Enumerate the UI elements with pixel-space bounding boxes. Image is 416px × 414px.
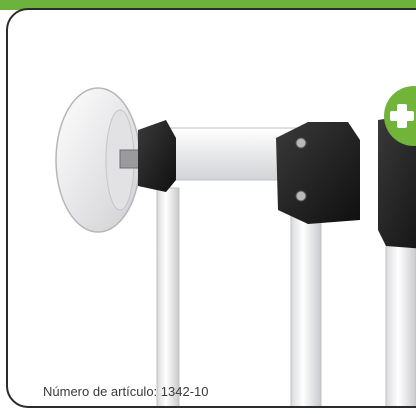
gate-tube-middle <box>290 199 322 406</box>
gate-tube-left <box>156 187 180 406</box>
product-image-page: Número de artículo: 1342-10 <box>0 0 416 414</box>
product-photo <box>55 87 416 406</box>
gate-tube-right <box>385 239 416 406</box>
bracket-clamp <box>276 122 360 224</box>
plus-vertical-bar <box>397 104 407 128</box>
product-photo-frame: Número de artículo: 1342-10 <box>6 8 416 408</box>
article-number: Número de artículo: 1342-10 <box>43 384 209 399</box>
adjuster-knob <box>138 120 176 192</box>
